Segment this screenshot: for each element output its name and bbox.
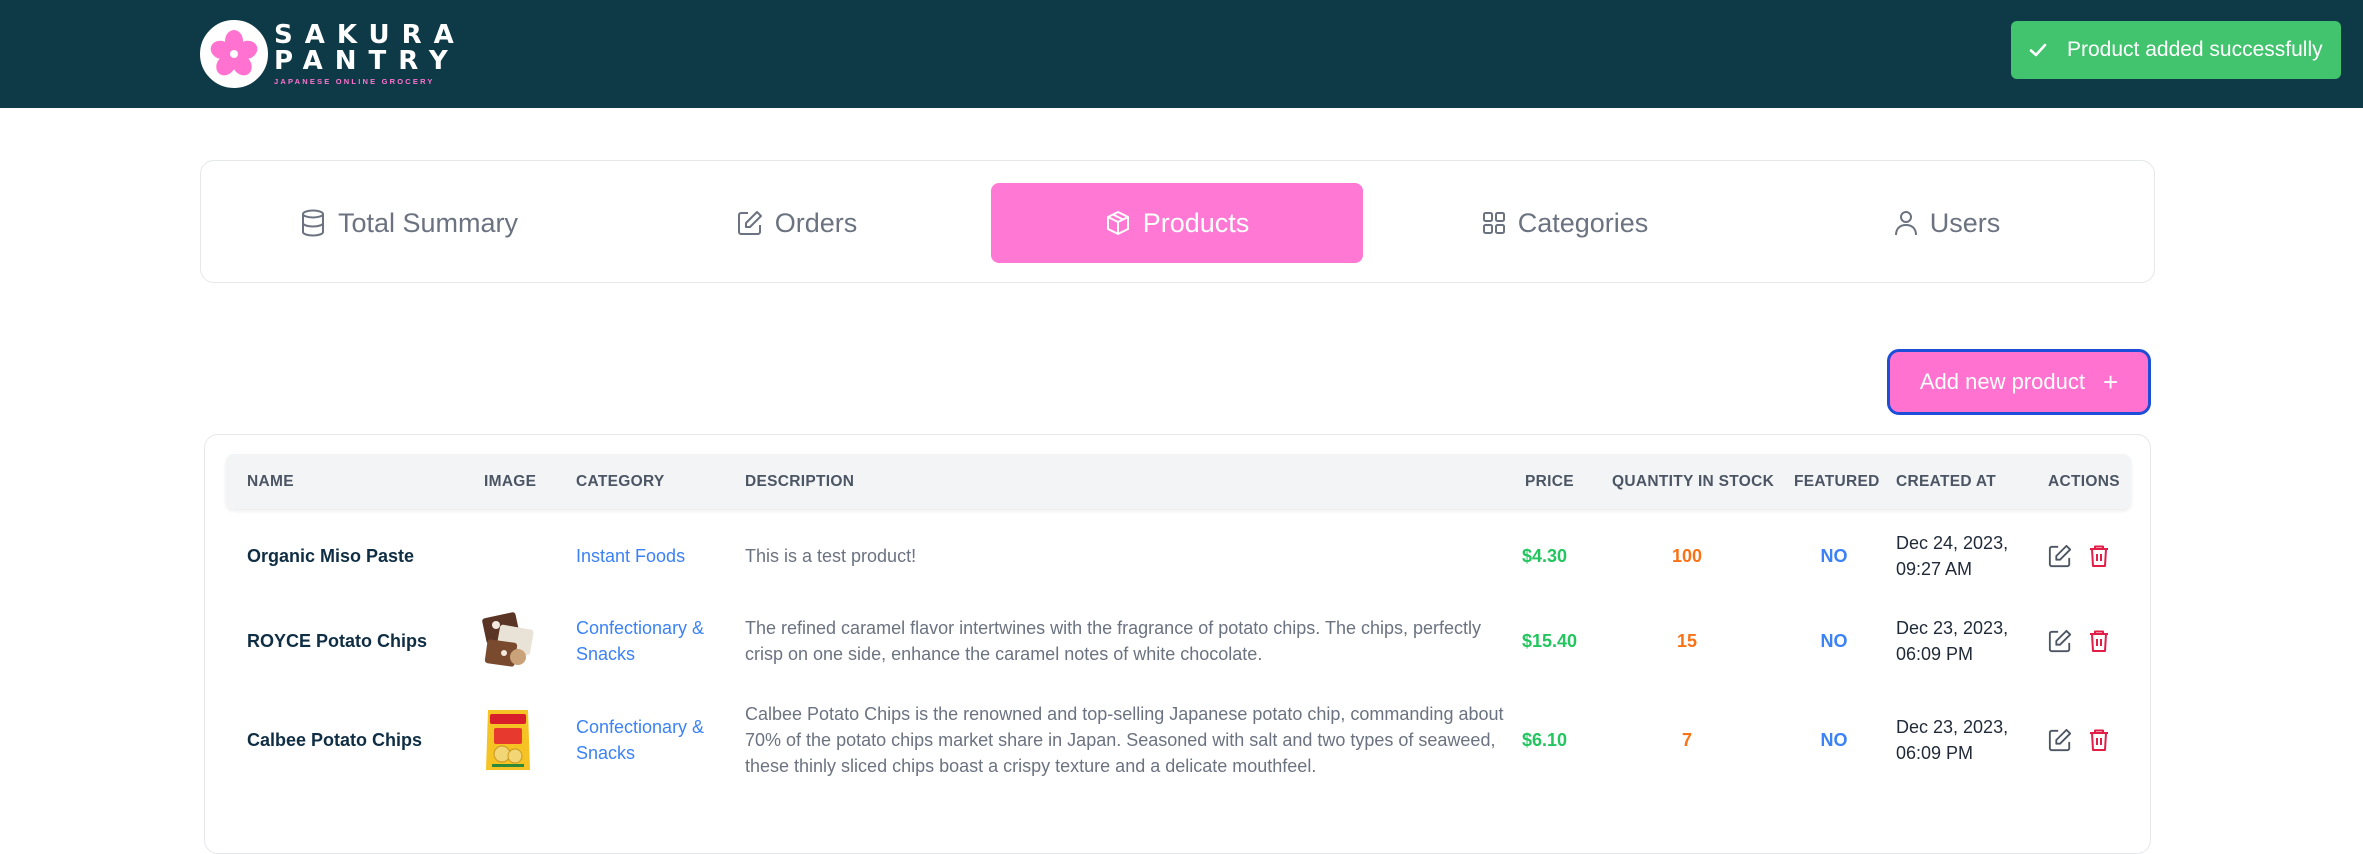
column-header-price[interactable]: PRICE [1525,454,1574,509]
product-name: Calbee Potato Chips [247,730,423,750]
product-name: ROYCE Potato Chips [247,631,428,651]
check-icon [2029,43,2047,57]
brand-name-line1: SAKURA [274,20,466,50]
table-row[interactable]: ROYCE Potato Chips Confectionary & Snack… [226,601,2131,681]
row-actions [2048,601,2110,681]
column-header-quantity[interactable]: QUANTITY IN STOCK [1612,454,1774,509]
product-category[interactable]: Confectionary & Snacks [576,601,726,681]
trash-icon[interactable] [2088,629,2110,653]
product-image [478,691,538,789]
column-header-created-at[interactable]: CREATED AT [1896,454,1996,509]
row-actions [2048,521,2110,591]
column-header-featured[interactable]: FEATURED [1794,454,1880,509]
brand-logo[interactable]: SAKURA PANTRY JAPANESE ONLINE GROCERY [200,20,466,88]
box-icon [1106,211,1129,235]
sakura-flower-icon [200,20,268,88]
created-time: 09:27 AM [1896,559,1973,579]
table-row[interactable]: Calbee Potato Chips Confectionary & Snac… [226,691,2131,789]
row-actions [2048,691,2110,789]
admin-tabs: Total Summary Orders Products Categories [200,160,2155,283]
add-new-product-button[interactable]: Add new product + [1887,349,2151,415]
tab-users[interactable]: Users [1761,183,2133,263]
trash-icon[interactable] [2088,544,2110,568]
product-name: Organic Miso Paste [247,546,415,566]
grid-icon [1482,212,1505,234]
created-time: 06:09 PM [1896,644,1974,664]
product-quantity: 7 [1681,730,1692,750]
edit-icon[interactable] [2048,544,2072,568]
product-created-at: Dec 23, 2023, 06:09 PM [1896,601,2008,681]
product-price: $4.30 [1522,546,1568,566]
product-featured: NO [1820,730,1848,750]
toast-message: Product added successfully [2067,38,2323,61]
tab-total-summary[interactable]: Total Summary [223,183,595,263]
product-quantity: 15 [1676,631,1698,651]
trash-icon[interactable] [2088,728,2110,752]
brand-name-line2: PANTRY [274,46,460,76]
table-row[interactable]: Organic Miso Paste Instant Foods This is… [226,521,2131,591]
product-created-at: Dec 24, 2023, 09:27 AM [1896,521,2008,591]
product-description: The refined caramel flavor intertwines w… [745,618,1482,664]
column-header-image: IMAGE [484,472,537,490]
product-featured: NO [1820,631,1848,651]
tab-label: Users [1929,207,2001,238]
table-header: NAME IMAGE CATEGORY DESCRIPTION PRICE QU… [226,454,2131,509]
brand-tagline: JAPANESE ONLINE GROCERY [274,77,435,86]
column-header-actions: ACTIONS [2048,472,2120,490]
tab-categories[interactable]: Categories [1379,183,1751,263]
tab-products[interactable]: Products [991,183,1363,263]
product-description: This is a test product! [745,546,917,566]
tab-label: Total Summary [337,207,519,238]
product-image [478,601,538,681]
edit-icon[interactable] [2048,629,2072,653]
product-price: $15.40 [1522,631,1578,651]
edit-icon [737,211,762,235]
top-navbar: SAKURA PANTRY JAPANESE ONLINE GROCERY Pr… [0,0,2363,108]
calbee-chips-thumbnail [478,706,538,774]
success-toast[interactable]: Product added successfully [2011,21,2341,79]
created-time: 06:09 PM [1896,743,1974,763]
product-featured: NO [1820,546,1848,566]
product-category[interactable]: Instant Foods [576,521,685,591]
edit-icon[interactable] [2048,728,2072,752]
product-price: $6.10 [1522,730,1568,750]
created-date: Dec 24, 2023, [1896,533,2009,553]
tab-label: Products [1142,207,1250,238]
products-table-card: NAME IMAGE CATEGORY DESCRIPTION PRICE QU… [204,434,2151,854]
created-date: Dec 23, 2023, [1896,717,2009,737]
product-created-at: Dec 23, 2023, 06:09 PM [1896,691,2008,789]
column-header-description: DESCRIPTION [745,472,855,490]
add-button-label: Add new product [1919,369,2085,394]
tab-orders[interactable]: Orders [611,183,983,263]
product-description: Calbee Potato Chips is the renowned and … [745,704,1504,776]
column-header-name[interactable]: NAME [247,454,294,509]
product-quantity: 100 [1671,546,1703,566]
column-header-category[interactable]: CATEGORY [576,454,665,509]
tab-label: Categories [1517,207,1649,238]
plus-icon: + [2102,366,2119,397]
tab-label: Orders [774,207,858,238]
created-date: Dec 23, 2023, [1896,618,2009,638]
user-icon [1894,211,1917,236]
product-category[interactable]: Confectionary & Snacks [576,691,726,789]
royce-chips-thumbnail [478,607,538,675]
database-icon [301,209,324,237]
